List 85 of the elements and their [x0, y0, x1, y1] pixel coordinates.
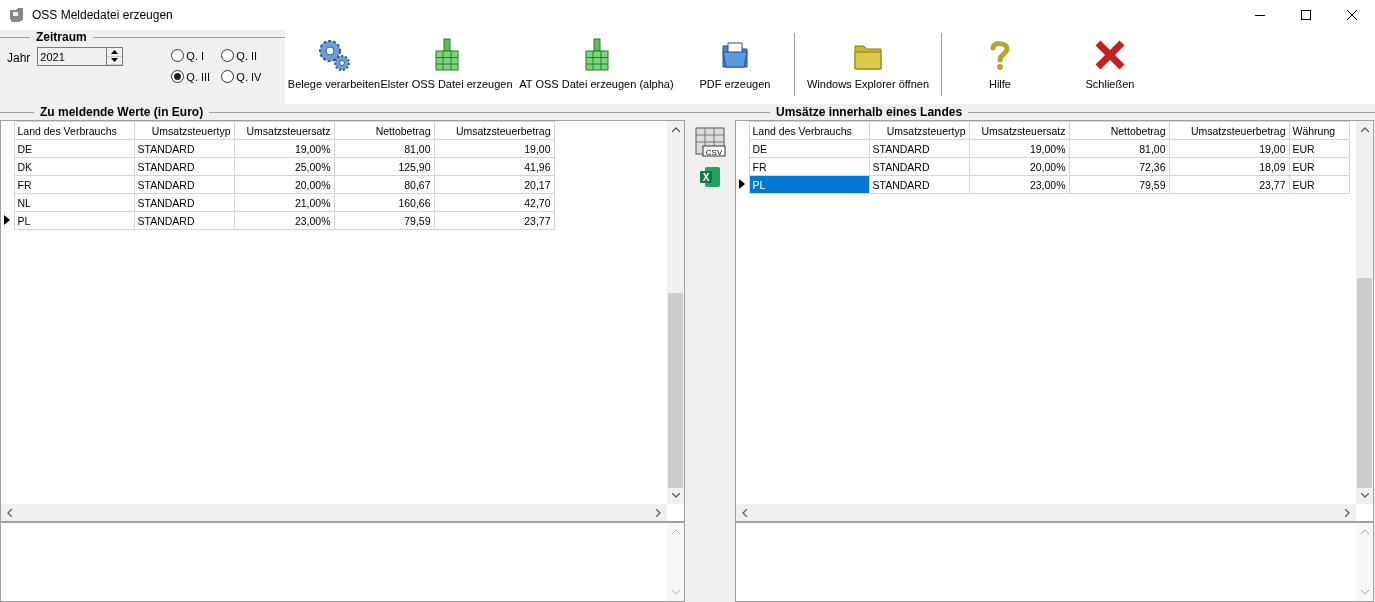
- column-header[interactable]: Umsatzsteuersatz: [234, 121, 334, 140]
- table-cell: STANDARD: [134, 211, 234, 230]
- table-cell: 79,59: [334, 211, 434, 230]
- vertical-scrollbar[interactable]: [1356, 121, 1373, 504]
- table-cell: 19,00: [434, 139, 554, 158]
- column-header[interactable]: Umsatzsteuerbetrag: [434, 121, 554, 140]
- table-cell: 18,09: [1169, 157, 1289, 176]
- table-cell: DE: [14, 139, 134, 158]
- down-icon[interactable]: [107, 56, 123, 65]
- toolbar-button[interactable]: AT OSS Datei erzeugen (alpha): [514, 30, 679, 104]
- table-cell: EUR: [1289, 157, 1349, 176]
- table-cell: 19,00%: [234, 139, 334, 158]
- column-header[interactable]: Umsatzsteuersatz: [969, 121, 1069, 140]
- scroll-thumb[interactable]: [668, 293, 683, 488]
- table-cell: 160,66: [334, 193, 434, 212]
- horizontal-scrollbar[interactable]: [1, 504, 667, 521]
- table-cell: STANDARD: [869, 139, 969, 158]
- window-title: OSS Meldedatei erzeugen: [32, 8, 174, 22]
- table-cell: STANDARD: [134, 193, 234, 212]
- column-header[interactable]: Umsatzsteuerbetrag: [1169, 121, 1289, 140]
- table-cell: STANDARD: [869, 157, 969, 176]
- quarter-radio[interactable]: Q. IV: [221, 70, 272, 83]
- up-icon[interactable]: [107, 48, 123, 57]
- table-cell: 125,90: [334, 157, 434, 176]
- table-cell: 23,00%: [969, 175, 1069, 194]
- table-cell: 41,96: [434, 157, 554, 176]
- table-cell: 42,70: [434, 193, 554, 212]
- section-title: Zu meldende Werte (in Euro): [34, 105, 210, 119]
- app-icon: [8, 7, 26, 23]
- table-cell: 20,17: [434, 175, 554, 194]
- table-cell: DE: [749, 139, 869, 158]
- table-cell: EUR: [1289, 139, 1349, 158]
- column-header[interactable]: Nettobetrag: [334, 121, 434, 140]
- column-header[interactable]: Land des Verbrauchs: [749, 121, 869, 140]
- table-cell: 20,00%: [234, 175, 334, 194]
- table-cell: NL: [14, 193, 134, 212]
- column-header[interactable]: Umsatzsteuertyp: [134, 121, 234, 140]
- gears-icon: [317, 38, 351, 72]
- scroll-thumb[interactable]: [1357, 278, 1372, 488]
- table-cell: 25,00%: [234, 157, 334, 176]
- quarter-radio[interactable]: Q. III: [171, 70, 222, 83]
- table-cell: 80,67: [334, 175, 434, 194]
- year-label: Jahr: [7, 51, 31, 67]
- column-header[interactable]: Währung: [1289, 121, 1349, 140]
- csv-export-icon[interactable]: CSV: [694, 126, 726, 158]
- table-cell: STANDARD: [869, 175, 969, 194]
- table-cell: STANDARD: [134, 175, 234, 194]
- horizontal-scrollbar[interactable]: [736, 504, 1356, 521]
- quarter-radio[interactable]: Q. I: [171, 49, 222, 62]
- cross-icon: [1094, 38, 1126, 72]
- table-cell: STANDARD: [134, 157, 234, 176]
- section-title: Umsätze innerhalb eines Landes: [770, 105, 969, 119]
- table-cell: 21,00%: [234, 193, 334, 212]
- quarter-radio[interactable]: Q. II: [221, 49, 272, 62]
- toolbar-button[interactable]: Hilfe: [945, 30, 1055, 104]
- table-cell: 19,00: [1169, 139, 1289, 158]
- close-icon: [1347, 10, 1357, 20]
- table-cell: 19,00%: [969, 139, 1069, 158]
- maximize-icon: [1301, 10, 1311, 20]
- vertical-scrollbar[interactable]: [667, 121, 684, 504]
- table-cell: 20,00%: [969, 157, 1069, 176]
- table-cell: 81,00: [1069, 139, 1169, 158]
- column-header[interactable]: Land des Verbrauchs: [14, 121, 134, 140]
- table-cell: FR: [749, 157, 869, 176]
- year-field[interactable]: 2021: [37, 47, 107, 66]
- table-cell: 72,36: [1069, 157, 1169, 176]
- table-cell: 23,00%: [234, 211, 334, 230]
- table-cell: 23,77: [1169, 175, 1289, 194]
- toolbar-button[interactable]: PDF erzeugen: [679, 30, 791, 104]
- table-cell: 79,59: [1069, 175, 1169, 194]
- table-cell: EUR: [1289, 175, 1349, 194]
- table-cell: 23,77: [434, 211, 554, 230]
- table-cell: 81,00: [334, 139, 434, 158]
- table-cell: PL: [14, 211, 134, 230]
- table-cell: DK: [14, 157, 134, 176]
- toolbar-button[interactable]: Windows Explorer öffnen: [798, 30, 938, 104]
- toolbar-button[interactable]: Belege verarbeiten: [289, 30, 379, 104]
- toolbar-button[interactable]: Elster OSS Datei erzeugen: [379, 30, 514, 104]
- close-toolbar-button[interactable]: Schließen: [1055, 30, 1165, 104]
- question-mark-icon: [988, 38, 1012, 72]
- table-cell: STANDARD: [134, 139, 234, 158]
- group-title: Zeitraum: [30, 30, 93, 44]
- column-header[interactable]: Umsatzsteuertyp: [869, 121, 969, 140]
- column-header[interactable]: Nettobetrag: [1069, 121, 1169, 140]
- table-cell: FR: [14, 175, 134, 194]
